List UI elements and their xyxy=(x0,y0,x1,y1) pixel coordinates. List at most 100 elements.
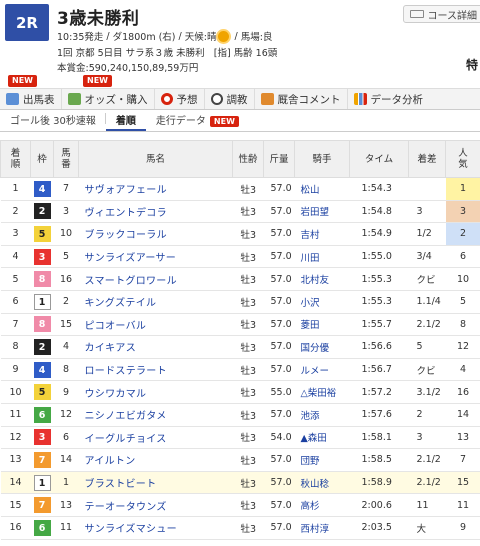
waku-badge: 5 xyxy=(33,225,51,242)
horse-name-link[interactable]: ウシワカマル xyxy=(78,380,233,404)
waku-badge: 2 xyxy=(33,203,51,220)
rank: 10 xyxy=(0,380,31,404)
horse-name-link[interactable]: サンライズマシュー xyxy=(78,516,233,540)
margin: 大 xyxy=(408,516,446,540)
horse-name-link[interactable]: キングズテイル xyxy=(78,290,233,314)
horse-number: 1 xyxy=(53,471,79,495)
tab-comment-label: 厩舎コメント xyxy=(277,93,341,106)
horse-name-link[interactable]: ロードステラート xyxy=(78,358,233,382)
weight: 57.0 xyxy=(263,403,295,427)
sex-age: 牡3 xyxy=(232,335,264,359)
subtab-goal-flash[interactable]: ゴール後 30秒速報 xyxy=(0,112,106,131)
race-title: 3歳未勝利 xyxy=(57,9,140,29)
rank: 9 xyxy=(0,358,31,382)
tab-data[interactable]: データ分析 xyxy=(348,89,430,109)
sex-age: 牡3 xyxy=(232,245,264,269)
header-popularity[interactable]: 人気 xyxy=(445,140,480,178)
jockey-link[interactable]: △柴田裕 xyxy=(294,380,350,404)
jockey-link[interactable]: 岩田望 xyxy=(294,200,350,224)
stopwatch-icon xyxy=(210,93,223,105)
rank: 12 xyxy=(0,426,31,450)
horse-number: 10 xyxy=(53,222,79,246)
jockey-link[interactable]: 西村淳 xyxy=(294,516,350,540)
comment-icon xyxy=(260,93,274,105)
subtab-chakujun[interactable]: 着順 xyxy=(105,112,146,131)
sex-age: 牡3 xyxy=(232,200,264,224)
horse-number: 16 xyxy=(53,267,79,291)
finish-time: 2:00.6 xyxy=(349,493,409,517)
tab-comment[interactable]: 厩舎コメント xyxy=(255,89,348,109)
jockey-link[interactable]: 高杉 xyxy=(294,493,350,517)
margin xyxy=(408,177,446,201)
horse-name-link[interactable]: ブラストビート xyxy=(78,471,233,495)
course-detail-button[interactable]: コース詳細 xyxy=(402,5,480,23)
header-umaban[interactable]: 馬番 xyxy=(53,140,79,178)
subtab-running-data[interactable]: 走行データ NEW xyxy=(146,112,249,131)
waku-badge: 4 xyxy=(33,180,51,197)
margin: 2.1/2 xyxy=(408,471,446,495)
margin: 2.1/2 xyxy=(408,448,446,472)
weight: 57.0 xyxy=(263,222,295,246)
horse-name-link[interactable]: スマートグロワール xyxy=(78,267,233,291)
waku-badge: 3 xyxy=(33,248,51,265)
horse-name-link[interactable]: イーグルチョイス xyxy=(78,426,233,450)
horse-name-link[interactable]: ピコオーバル xyxy=(78,313,233,337)
header-rank[interactable]: 着順 xyxy=(0,140,31,178)
rank: 4 xyxy=(0,245,31,269)
table-row: 7 8 15 ピコオーバル 牡3 57.0 菱田 1:55.7 2.1/2 8 xyxy=(0,313,480,337)
tab-odds[interactable]: オッズ・購入 xyxy=(62,89,155,109)
horse-name-link[interactable]: ニシノエビガタメ xyxy=(78,403,233,427)
jockey-link[interactable]: 団野 xyxy=(294,448,350,472)
jockey-link[interactable]: 川田 xyxy=(294,245,350,269)
jockey-link[interactable]: 小沢 xyxy=(294,290,350,314)
horse-name-link[interactable]: テーオータウンズ xyxy=(78,493,233,517)
waku-badge: 1 xyxy=(33,474,51,491)
margin: 1/2 xyxy=(408,222,446,246)
weight: 57.0 xyxy=(263,313,295,337)
weather: 天候:晴 xyxy=(184,32,217,43)
tab-yoso-label: 予想 xyxy=(176,93,198,106)
horse-name-link[interactable]: ヴィエントデコラ xyxy=(78,200,233,224)
header-waku[interactable]: 枠 xyxy=(30,140,54,178)
horse-name-link[interactable]: ブラックコーラル xyxy=(78,222,233,246)
waku-badge: 8 xyxy=(33,316,51,333)
new-badge-shutuba: NEW xyxy=(8,75,37,87)
finish-time: 1:57.6 xyxy=(349,403,409,427)
tab-odds-label: オッズ・購入 xyxy=(84,93,148,106)
jockey-link[interactable]: ▲森田 xyxy=(294,426,350,450)
popularity: 4 xyxy=(445,358,480,382)
horse-name-link[interactable]: アイルトン xyxy=(78,448,233,472)
jockey-link[interactable]: 北村友 xyxy=(294,267,350,291)
tab-choukyou[interactable]: 調教 xyxy=(205,89,255,109)
jockey-link[interactable]: 国分優 xyxy=(294,335,350,359)
jockey-link[interactable]: 秋山稔 xyxy=(294,471,350,495)
new-badge-running: NEW xyxy=(209,116,239,127)
horse-name-link[interactable]: カイキアス xyxy=(78,335,233,359)
margin: クビ xyxy=(408,267,446,291)
jockey-link[interactable]: ルメー xyxy=(294,358,350,382)
header-time: タイム xyxy=(349,140,409,178)
jockey-link[interactable]: 池添 xyxy=(294,403,350,427)
waku-badge: 3 xyxy=(33,429,51,446)
rank: 5 xyxy=(0,267,31,291)
table-row: 3 5 10 ブラックコーラル 牡3 57.0 吉村 1:54.9 1/2 2 xyxy=(0,222,480,246)
tab-shutuba[interactable]: 出馬表 xyxy=(0,89,62,109)
chart-icon xyxy=(353,93,367,105)
jockey-link[interactable]: 吉村 xyxy=(294,222,350,246)
horse-name-link[interactable]: サンライズアーサー xyxy=(78,245,233,269)
jockey-link[interactable]: 松山 xyxy=(294,177,350,201)
popularity: 5 xyxy=(445,290,480,314)
finish-time: 1:57.2 xyxy=(349,380,409,404)
finish-time: 1:55.7 xyxy=(349,313,409,337)
horse-number: 5 xyxy=(53,245,79,269)
horse-name-link[interactable]: サヴォアフェール xyxy=(78,177,233,201)
horse-number: 6 xyxy=(53,426,79,450)
popularity: 10 xyxy=(445,267,480,291)
sex-age: 牡3 xyxy=(232,448,264,472)
new-badge-odds: NEW xyxy=(83,75,112,87)
waku-badge: 1 xyxy=(33,293,51,310)
tab-yoso[interactable]: 予想 xyxy=(155,89,205,109)
target-icon xyxy=(160,93,173,105)
jockey-link[interactable]: 菱田 xyxy=(294,313,350,337)
sex-age: 牡3 xyxy=(232,177,264,201)
